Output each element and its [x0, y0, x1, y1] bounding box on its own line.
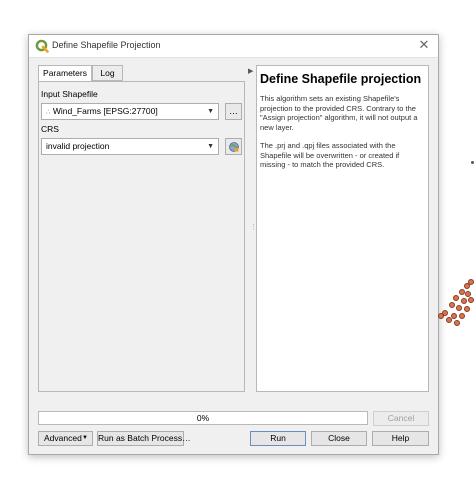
map-point: [468, 297, 474, 303]
map-point-cluster: [435, 275, 474, 335]
run-batch-button[interactable]: Run as Batch Process…: [97, 431, 191, 446]
map-point: [468, 279, 474, 285]
progress-bar: 0%: [38, 411, 368, 425]
map-point: [464, 306, 470, 312]
map-point: [451, 313, 457, 319]
title-bar[interactable]: Define Shapefile Projection ✕: [29, 35, 438, 58]
run-button[interactable]: Run: [250, 431, 306, 446]
crs-selector-button[interactable]: [225, 138, 242, 155]
crs-label: CRS: [41, 124, 59, 134]
dropdown-arrow-icon: ▼: [82, 435, 88, 441]
help-button[interactable]: Help: [372, 431, 429, 446]
qgis-logo-icon: [35, 39, 49, 53]
chevron-down-icon: ▼: [207, 143, 214, 150]
progress-text: 0%: [196, 413, 210, 423]
globe-icon: [228, 142, 239, 152]
crs-value: invalid projection: [46, 141, 110, 151]
map-point: [454, 320, 460, 326]
parameters-panel: Input Shapefile ∴ Wind_Farms [EPSG:27700…: [38, 81, 245, 392]
map-point: [446, 317, 452, 323]
tab-log[interactable]: Log: [92, 65, 123, 81]
input-shapefile-combobox[interactable]: ∴ Wind_Farms [EPSG:27700] ▼: [41, 103, 219, 120]
advanced-button[interactable]: Advanced ▼: [38, 431, 93, 446]
collapse-help-arrow-icon[interactable]: ▶: [248, 67, 253, 75]
crs-combobox[interactable]: invalid projection ▼: [41, 138, 219, 155]
map-point: [453, 295, 459, 301]
map-point: [456, 305, 462, 311]
map-point: [459, 313, 465, 319]
cancel-button[interactable]: Cancel: [373, 411, 429, 426]
input-shapefile-label: Input Shapefile: [41, 89, 98, 99]
chevron-down-icon: ▼: [207, 108, 214, 115]
browse-file-button[interactable]: …: [225, 103, 242, 120]
advanced-label: Advanced: [44, 433, 82, 443]
input-shapefile-value: Wind_Farms [EPSG:27700]: [52, 106, 158, 116]
help-paragraph-2: The .prj and .qpj files associated with …: [260, 141, 400, 169]
close-window-icon[interactable]: ✕: [416, 37, 432, 53]
help-title: Define Shapefile projection: [260, 72, 422, 86]
map-point: [461, 298, 467, 304]
define-shapefile-projection-dialog: Define Shapefile Projection ✕ Parameters…: [28, 34, 439, 455]
map-point: [449, 302, 455, 308]
close-button[interactable]: Close: [311, 431, 367, 446]
map-point: [438, 313, 444, 319]
tab-parameters[interactable]: Parameters: [38, 65, 92, 82]
help-paragraph-1: This algorithm sets an existing Shapefil…: [260, 94, 418, 132]
point-layer-icon: ∴: [46, 109, 51, 116]
window-title: Define Shapefile Projection: [52, 40, 161, 50]
help-panel: Define Shapefile projection This algorit…: [256, 65, 429, 392]
